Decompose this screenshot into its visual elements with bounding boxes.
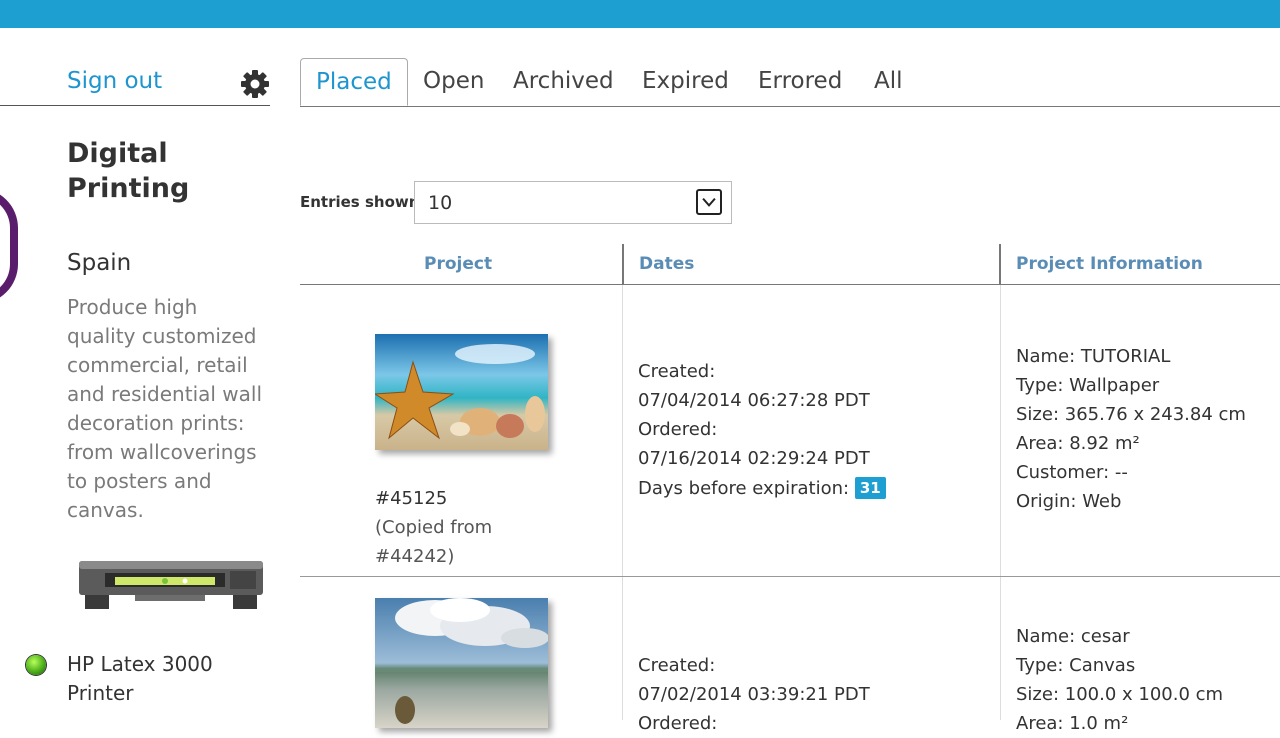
copied-from-note: (Copied from: [375, 517, 493, 538]
project-size: Size: 365.76 x 243.84 cm: [1016, 404, 1246, 425]
order-status-tabs: Placed Open Archived Expired Errored All: [300, 58, 1280, 107]
project-area: Area: 1.0 m²: [1016, 713, 1129, 734]
column-header-project-information[interactable]: Project Information: [1016, 254, 1203, 274]
project-name: Name: TUTORIAL: [1016, 346, 1171, 367]
ordered-label: Ordered:: [638, 713, 718, 734]
sign-out-link[interactable]: Sign out: [67, 68, 162, 94]
column-header-project[interactable]: Project: [424, 254, 492, 274]
brand-title: Digital Printing: [67, 138, 190, 204]
project-thumbnail[interactable]: [375, 598, 548, 728]
table-header: Project Dates Project Information: [300, 244, 1280, 285]
tab-all[interactable]: All: [874, 58, 903, 106]
ordered-label: Ordered:: [638, 419, 718, 440]
column-divider: [999, 244, 1001, 284]
created-date: 07/04/2014 06:27:28 PDT: [638, 390, 870, 411]
row-divider: [300, 576, 1280, 577]
copied-from-id: #44242): [375, 546, 455, 567]
top-bar: [0, 0, 1280, 28]
project-type: Type: Canvas: [1016, 655, 1136, 676]
brand-logo-fragment: [0, 188, 18, 304]
tab-placed[interactable]: Placed: [300, 58, 408, 106]
service-description: Produce high quality customized commerci…: [67, 295, 263, 522]
tab-errored[interactable]: Errored: [758, 58, 842, 106]
tab-open[interactable]: Open: [423, 58, 484, 106]
ordered-date: 07/16/2014 02:29:24 PDT: [638, 448, 870, 469]
created-label: Created:: [638, 361, 716, 382]
column-divider: [622, 285, 623, 720]
tab-archived[interactable]: Archived: [513, 58, 614, 106]
project-thumbnail[interactable]: [375, 334, 548, 450]
column-divider: [1000, 285, 1001, 720]
entries-shown-value: 10: [428, 192, 453, 214]
gear-icon[interactable]: [239, 68, 271, 100]
project-id[interactable]: #45125: [375, 484, 447, 513]
column-divider: [622, 244, 624, 284]
printer-image: [79, 561, 263, 609]
project-area: Area: 8.92 m²: [1016, 433, 1140, 454]
created-date: 07/02/2014 03:39:21 PDT: [638, 684, 870, 705]
printer-name: HP Latex 3000 Printer: [67, 652, 213, 705]
signout-row: Sign out: [0, 68, 270, 106]
project-name: Name: cesar: [1016, 626, 1130, 647]
project-type: Type: Wallpaper: [1016, 375, 1160, 396]
project-customer: Customer: --: [1016, 462, 1128, 483]
project-size: Size: 100.0 x 100.0 cm: [1016, 684, 1224, 705]
project-origin: Origin: Web: [1016, 491, 1122, 512]
expiration-label: Days before expiration:: [638, 478, 850, 499]
days-before-expiration: Days before expiration: 31: [638, 474, 886, 503]
printer-status-indicator: [26, 655, 46, 675]
tab-expired[interactable]: Expired: [642, 58, 729, 106]
entries-shown-label: Entries shown:: [300, 193, 426, 211]
expiration-days-badge: 31: [854, 477, 886, 499]
region-label: Spain: [67, 250, 132, 276]
chevron-down-icon[interactable]: [696, 189, 722, 215]
sidebar: Sign out Digital Printing Spain Produce …: [0, 28, 300, 720]
column-header-dates[interactable]: Dates: [639, 254, 694, 274]
created-label: Created:: [638, 655, 716, 676]
entries-shown-select[interactable]: 10: [414, 181, 732, 224]
